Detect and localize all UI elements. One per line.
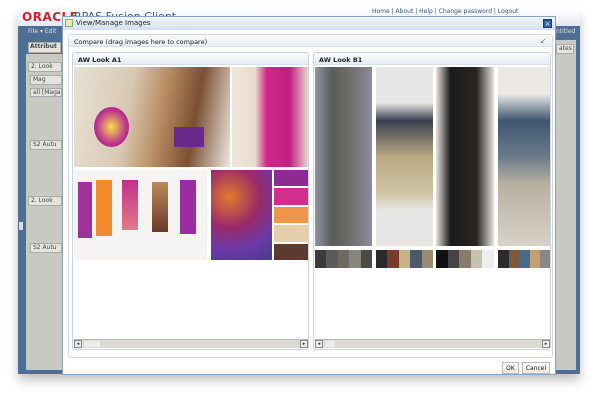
close-icon[interactable]: × — [543, 19, 552, 28]
right-button[interactable]: ates — [556, 44, 574, 54]
scroll-right-icon[interactable]: ▸ — [300, 340, 308, 348]
scroll-left-icon[interactable]: ◂ — [74, 340, 82, 348]
palette-color — [529, 250, 541, 268]
panel-title: AW Look B1 — [314, 53, 550, 65]
fashion-image[interactable] — [376, 67, 433, 246]
view-manage-images-dialog: View/Manage Images × Compare (drag image… — [62, 16, 556, 375]
palette-color — [498, 250, 509, 268]
compare-area[interactable]: Compare (drag images here to compare) ↙ … — [68, 34, 553, 358]
palette-color — [421, 250, 434, 268]
horizontal-scrollbar[interactable]: ◂ ▸ — [315, 339, 550, 348]
swatch — [274, 206, 308, 224]
scroll-thumb[interactable] — [84, 341, 100, 347]
fashion-image[interactable] — [232, 67, 308, 167]
color-palette — [436, 250, 494, 268]
color-swatches — [274, 170, 308, 261]
palette-color — [410, 250, 422, 268]
color-palette — [376, 250, 434, 268]
panel-title: AW Look A1 — [73, 53, 308, 65]
palette-color — [447, 250, 460, 268]
tab-attribute[interactable]: Attribut — [28, 42, 61, 53]
palette-color — [519, 250, 530, 268]
side-item[interactable]: Mag — [30, 75, 62, 85]
fashion-image[interactable] — [436, 67, 494, 246]
menu-bar[interactable]: File ▾ Edit — [28, 28, 57, 35]
scroll-left-icon[interactable]: ◂ — [315, 340, 323, 348]
look-panel-a1[interactable]: AW Look A1 ◂ ▸ — [72, 52, 309, 350]
left-panel — [26, 54, 62, 370]
palette-color — [470, 250, 483, 268]
fashion-image[interactable] — [74, 170, 207, 260]
color-palette — [498, 250, 550, 268]
side-item[interactable]: S2 Autu — [30, 243, 62, 253]
collapse-handle[interactable] — [19, 222, 23, 230]
compare-header: Compare (drag images here to compare) — [69, 35, 552, 47]
palette-color — [326, 250, 338, 268]
side-item[interactable]: 2. Look — [28, 62, 62, 72]
swatch — [274, 170, 308, 187]
look-panel-b1[interactable]: AW Look B1 ◂ ▸ — [313, 52, 551, 350]
side-item[interactable]: S2 Autu — [30, 140, 62, 150]
scroll-right-icon[interactable]: ▸ — [542, 340, 550, 348]
flower-image[interactable] — [211, 170, 272, 260]
fashion-image[interactable] — [498, 67, 550, 246]
swatch — [274, 188, 308, 205]
palette-color — [387, 250, 399, 268]
swatch — [274, 225, 308, 242]
side-item[interactable]: 2. Look — [28, 196, 62, 206]
palette-color — [376, 250, 388, 268]
palette-color — [436, 250, 448, 268]
horizontal-scrollbar[interactable]: ◂ ▸ — [74, 339, 308, 348]
swatch — [274, 243, 308, 261]
collapse-icon[interactable]: ↙ — [540, 37, 546, 45]
palette-color — [540, 250, 550, 268]
fashion-image[interactable] — [74, 67, 230, 167]
right-tab[interactable]: ntitled — [556, 28, 575, 35]
palette-color — [459, 250, 471, 268]
palette-color — [315, 250, 327, 268]
image-icon — [65, 19, 73, 27]
side-item[interactable]: all [Magaz — [30, 88, 62, 97]
color-palette — [315, 250, 373, 268]
palette-color — [360, 250, 373, 268]
palette-color — [337, 250, 350, 268]
palette-color — [508, 250, 520, 268]
scroll-thumb[interactable] — [325, 341, 335, 347]
ok-button[interactable]: OK — [502, 362, 519, 374]
dialog-title: View/Manage Images — [63, 17, 555, 30]
fashion-image[interactable] — [315, 67, 372, 246]
top-links[interactable]: Home | About | Help | Change password | … — [372, 8, 518, 15]
palette-color — [398, 250, 411, 268]
palette-color — [349, 250, 361, 268]
cancel-button[interactable]: Cancel — [522, 362, 550, 374]
palette-color — [482, 250, 494, 268]
right-panel — [556, 40, 576, 370]
